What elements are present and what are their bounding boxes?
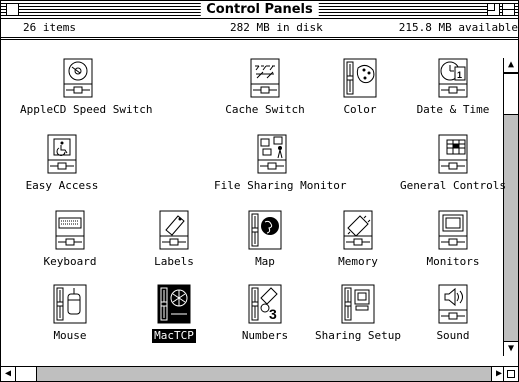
panel-item-sound[interactable]: Sound [393,284,506,343]
vertical-scroll-thumb[interactable] [504,73,518,115]
disk-available: 215.8 MB available [398,21,518,34]
panel-item-easy-access[interactable]: Easy Access [2,134,122,193]
panel-label: Mouse [53,329,87,342]
window-title: Control Panels [200,1,319,18]
memory-chip-icon [340,210,376,250]
network-tcp-icon [156,284,192,324]
keyboard-icon [52,210,88,250]
panel-item-date-time[interactable]: 1 Date & Time [393,58,506,117]
panel-label: MacTCP [152,329,196,343]
panel-item-mouse[interactable]: Mouse [10,284,130,343]
accessibility-icon [44,134,80,174]
scroll-up-arrow-icon[interactable]: ▲ [504,58,518,73]
cd-icon [60,58,96,98]
panel-label: Keyboard [43,255,97,268]
panel-label: Labels [154,255,194,268]
control-panels-window: Control Panels 26 items 282 MB in disk 2… [0,0,519,382]
speaker-icon [435,284,471,324]
vertical-scrollbar[interactable]: ▲ ▼ [503,58,518,356]
panel-label: Date & Time [416,103,490,116]
scroll-down-arrow-icon[interactable]: ▼ [504,341,518,356]
panel-label: Sharing Setup [314,329,402,342]
monitor-icon [435,210,471,250]
icon-view: AppleCD Speed Switch Cache Switch Color … [1,58,506,356]
panel-label: General Controls [400,179,506,192]
network-monitor-icon [254,134,290,174]
panel-item-keyboard[interactable]: Keyboard [10,210,130,269]
svg-text:3: 3 [269,306,277,322]
close-box[interactable] [6,3,19,16]
resize-grow-box[interactable] [503,366,518,381]
panel-item-applecd-speed-switch[interactable]: AppleCD Speed Switch [18,58,152,117]
horizontal-scrollbar[interactable]: ◀ ▶ [1,366,506,381]
numbers-icon: 3 [247,284,283,324]
panel-item-monitors[interactable]: Monitors [393,210,506,269]
panel-label: Cache Switch [225,103,305,116]
panel-label: Color [343,103,377,116]
panel-label: Easy Access [25,179,99,192]
cache-icon [247,58,283,98]
svg-text:1: 1 [457,70,462,80]
panel-label: File Sharing Monitor [214,179,347,192]
item-count: 26 items [23,21,76,34]
tag-icon [156,210,192,250]
title-bar[interactable]: Control Panels [1,1,518,19]
zoom-box[interactable] [487,3,500,16]
mouse-icon [52,284,88,324]
header-divider [1,38,518,40]
sharing-setup-icon [340,284,376,324]
panel-label: Map [255,255,275,268]
color-palette-icon [342,58,378,98]
panel-item-file-sharing-monitor[interactable]: File Sharing Monitor [212,134,346,193]
info-bar: 26 items 282 MB in disk 215.8 MB availab… [1,19,518,38]
globe-icon [247,210,283,250]
panel-label: AppleCD Speed Switch [20,103,153,116]
panel-item-general-controls[interactable]: General Controls [393,134,506,193]
panel-label: Sound [436,329,470,342]
panel-label: Monitors [426,255,480,268]
disk-usage: 282 MB in disk [230,21,323,34]
general-controls-icon [435,134,471,174]
panel-label: Memory [338,255,378,268]
collapse-box[interactable] [502,3,515,16]
scroll-left-arrow-icon[interactable]: ◀ [1,367,16,381]
clock-calendar-icon: 1 [435,58,471,98]
panel-label: Numbers [241,329,289,342]
horizontal-scroll-thumb[interactable] [16,367,37,381]
